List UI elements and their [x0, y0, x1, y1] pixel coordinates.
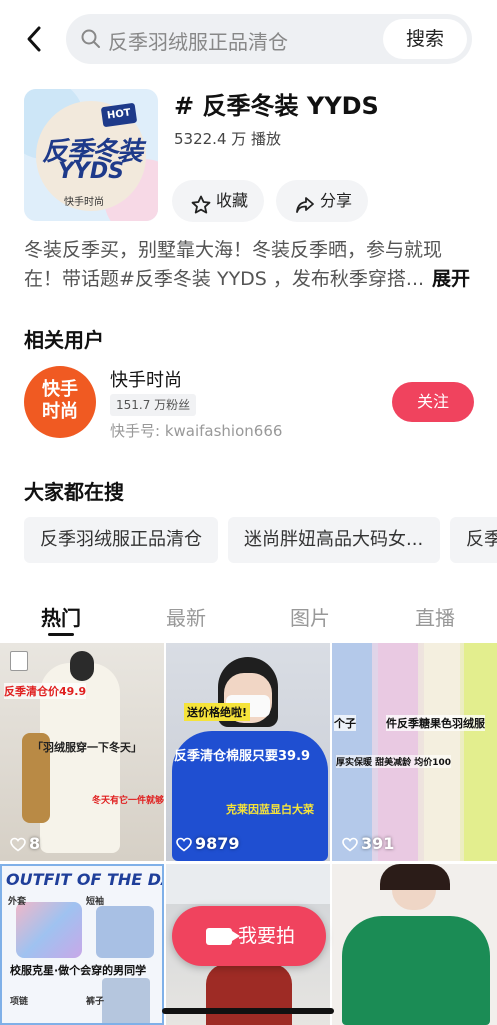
- search-input[interactable]: 反季羽绒服正品清仓: [108, 26, 288, 55]
- video-caption: 反季清仓价49.9: [4, 683, 87, 699]
- favorite-label: 收藏: [216, 191, 249, 210]
- video-card[interactable]: 个子 件反季糖果色羽绒服 厚实保暖 甜美减龄 均价100 391: [332, 643, 497, 861]
- search-button[interactable]: 搜索: [383, 19, 467, 59]
- search-icon: [80, 28, 102, 50]
- tab-images[interactable]: 图片: [290, 602, 330, 631]
- heart-icon: [176, 837, 192, 852]
- video-card[interactable]: 反季清仓价49.9 「羽绒服穿一下冬天」 冬天有它一件就够 8: [0, 643, 164, 861]
- video-caption: 件反季糖果色羽绒服: [386, 715, 485, 731]
- video-caption: 反季清仓棉服只要39.9: [174, 749, 311, 764]
- cover-brand: 快手时尚: [64, 197, 104, 208]
- video-card[interactable]: 送价格绝啦! 反季清仓棉服只要39.9 克莱因蓝显白大菜 9879: [166, 643, 330, 861]
- topic-cover-image: HOT 反季冬装 YYDS 快手时尚: [24, 89, 158, 221]
- video-caption: 个子: [334, 715, 356, 731]
- video-caption: 项链: [10, 997, 29, 1007]
- video-caption: 校服克星·做个会穿的男同学: [10, 964, 147, 977]
- user-id: 快手号: kwaifashion666: [110, 422, 283, 440]
- topic-title: # 反季冬装 YYDS: [174, 92, 379, 120]
- video-card[interactable]: OUTFIT OF THE DAY 外套 短袖 校服克星·做个会穿的男同学 项链…: [0, 864, 164, 1025]
- cover-subtitle: YYDS: [58, 159, 124, 184]
- camera-icon: [206, 928, 240, 945]
- video-caption: 克莱因蓝显白大菜: [226, 803, 314, 816]
- topic-play-count: 5322.4 万 播放: [174, 130, 282, 148]
- video-caption: 裤子: [86, 997, 105, 1007]
- follow-button[interactable]: 关注: [392, 382, 474, 422]
- image-icon: [10, 651, 28, 671]
- tab-live[interactable]: 直播: [415, 602, 455, 631]
- video-card[interactable]: [332, 864, 497, 1025]
- shoot-video-button[interactable]: 我要拍: [172, 906, 326, 966]
- user-name[interactable]: 快手时尚: [110, 366, 182, 392]
- like-count: 391: [342, 834, 394, 853]
- share-icon: [294, 190, 316, 213]
- search-chip[interactable]: 迷尚胖妞高品大码女...: [228, 517, 440, 563]
- back-arrow-icon[interactable]: [22, 24, 48, 54]
- share-button[interactable]: 分享: [276, 180, 368, 222]
- favorite-button[interactable]: 收藏: [172, 180, 264, 222]
- expand-link[interactable]: 展开: [427, 265, 470, 294]
- related-users-title: 相关用户: [24, 328, 104, 352]
- heart-icon: [10, 837, 26, 852]
- description-text: 冬装反季买，别墅靠大海！冬装反季晒，参与就现在！带话题#反季冬装 YYDS ，发…: [24, 239, 443, 290]
- top-bar: 反季羽绒服正品清仓 搜索: [0, 0, 497, 78]
- user-fans-badge: 151.7 万粉丝: [110, 394, 197, 416]
- avatar-text: 快手时尚: [42, 379, 78, 422]
- home-indicator: [162, 1008, 334, 1014]
- video-caption: 送价格绝啦!: [184, 703, 251, 721]
- video-caption: 短袖: [86, 897, 105, 907]
- star-icon: [190, 190, 212, 214]
- tab-hot[interactable]: 热门: [41, 602, 81, 631]
- search-bar[interactable]: 反季羽绒服正品清仓 搜索: [66, 14, 472, 64]
- tab-indicator: [48, 633, 74, 636]
- like-count: 8: [10, 834, 40, 853]
- search-chip[interactable]: 反季: [450, 517, 497, 563]
- trending-title: 大家都在搜: [24, 480, 124, 504]
- tab-latest[interactable]: 最新: [166, 602, 206, 631]
- share-label: 分享: [320, 191, 353, 210]
- video-caption: 外套: [8, 897, 27, 907]
- video-caption: 厚实保暖 甜美减龄 均价100: [336, 755, 452, 768]
- shoot-label: 我要拍: [238, 925, 296, 947]
- topic-description: 冬装反季买，别墅靠大海！冬装反季晒，参与就现在！带话题#反季冬装 YYDS ，发…: [24, 236, 474, 294]
- video-caption: 冬天有它一件就够: [92, 796, 164, 806]
- video-caption: 「羽绒服穿一下冬天」: [32, 741, 142, 754]
- search-chip[interactable]: 反季羽绒服正品清仓: [24, 517, 218, 563]
- avatar[interactable]: 快手时尚: [24, 366, 96, 438]
- heart-icon: [342, 837, 358, 852]
- like-count: 9879: [176, 834, 240, 853]
- video-caption: OUTFIT OF THE DAY: [6, 870, 162, 889]
